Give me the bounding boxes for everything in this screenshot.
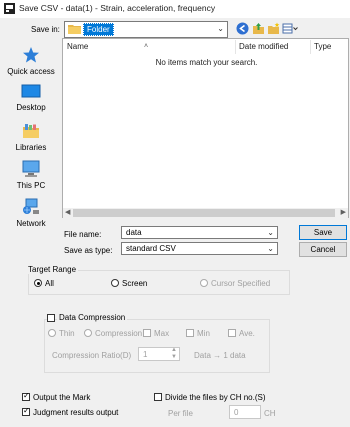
judgment-output-checkbox[interactable] [22, 406, 30, 416]
divide-files-checkbox[interactable] [154, 393, 162, 401]
per-file-value: 0 [234, 408, 239, 417]
place-label: This PC [16, 181, 46, 190]
judgment-output-label[interactable]: Judgment results output [33, 408, 118, 417]
file-list[interactable]: Name ˄ Date modified Type No items match… [62, 38, 349, 218]
compression-ratio-note: Data → 1 data [194, 351, 246, 360]
cancel-button[interactable]: Cancel [299, 242, 347, 257]
save-in-value: Folder [83, 23, 114, 36]
min-label[interactable]: Min [197, 329, 210, 338]
place-desktop[interactable]: Desktop [0, 84, 62, 112]
column-divider [235, 40, 236, 54]
back-icon[interactable] [236, 22, 249, 35]
place-libraries[interactable]: Libraries [0, 122, 62, 152]
scroll-left-icon[interactable]: ◀ [65, 208, 70, 218]
chevron-down-icon: ⌄ [217, 24, 224, 33]
chevron-down-icon: ⌄ [267, 244, 274, 253]
compression-ratio-value: 1 [143, 350, 148, 359]
output-mark-label[interactable]: Output the Mark [33, 393, 90, 402]
title-bar: Save CSV - data(1) - Strain, acceleratio… [0, 0, 350, 18]
app-icon [4, 3, 15, 14]
chevron-down-icon[interactable]: ⌄ [267, 227, 274, 238]
min-checkbox[interactable] [186, 329, 194, 337]
scroll-right-icon[interactable]: ▶ [341, 208, 346, 218]
save-as-type-label: Save as type: [64, 246, 113, 255]
column-header-date[interactable]: Date modified [239, 39, 288, 55]
radio-compression[interactable] [84, 329, 92, 337]
radio-cursor-specified-label[interactable]: Cursor Specified [211, 279, 270, 288]
save-in-label: Save in: [31, 25, 60, 34]
file-name-input[interactable]: data ⌄ [121, 226, 278, 239]
radio-all-label[interactable]: All [45, 279, 54, 288]
ave-label[interactable]: Ave. [239, 329, 255, 338]
ave-checkbox[interactable] [228, 329, 236, 337]
save-in-dropdown[interactable]: Folder ⌄ [64, 21, 228, 38]
column-header-name[interactable]: Name [67, 39, 88, 55]
place-network[interactable]: Network [0, 198, 62, 228]
per-file-input[interactable]: 0 [229, 405, 261, 419]
place-quick-access[interactable]: Quick access [0, 46, 62, 76]
per-file-label: Per file [168, 409, 193, 418]
data-compression-group [44, 319, 270, 373]
file-name-value: data [126, 228, 142, 237]
star-icon [23, 47, 39, 63]
radio-all[interactable] [34, 279, 42, 287]
folder-icon [68, 25, 81, 34]
divide-files-label[interactable]: Divide the files by CH no.(S) [165, 393, 265, 402]
compression-ratio-stepper[interactable]: 1 ▲ ▼ [138, 347, 180, 361]
scrollbar-thumb[interactable] [73, 209, 335, 217]
library-icon [23, 124, 39, 138]
data-compression-title[interactable]: Data Compression [57, 313, 128, 322]
radio-cursor-specified[interactable] [200, 279, 208, 287]
column-header-type[interactable]: Type [314, 39, 331, 55]
view-menu-icon[interactable] [282, 22, 298, 35]
target-range-title: Target Range [26, 265, 79, 274]
max-label[interactable]: Max [154, 329, 169, 338]
max-checkbox[interactable] [143, 329, 151, 337]
spin-down-icon[interactable]: ▼ [171, 354, 177, 360]
network-icon [23, 198, 39, 214]
place-label: Quick access [7, 67, 55, 76]
sort-up-icon: ˄ [144, 43, 149, 50]
place-label: Network [16, 219, 46, 228]
save-button[interactable]: Save [299, 225, 347, 240]
save-as-type-dropdown[interactable]: standard CSV ⌄ [121, 242, 278, 255]
desktop-icon [21, 84, 41, 98]
radio-screen-label[interactable]: Screen [122, 279, 147, 288]
new-folder-icon[interactable] [267, 22, 280, 35]
place-label: Desktop [16, 103, 46, 112]
radio-thin[interactable] [48, 329, 56, 337]
radio-screen[interactable] [111, 279, 119, 287]
empty-message: No items match your search. [155, 58, 258, 67]
window-title: Save CSV - data(1) - Strain, acceleratio… [19, 3, 216, 13]
save-as-type-value: standard CSV [126, 244, 176, 253]
spin-up-icon[interactable]: ▲ [171, 347, 177, 353]
per-file-unit: CH [264, 409, 276, 418]
computer-icon [22, 160, 40, 177]
compression-ratio-label: Compression Ratio(D) [52, 351, 132, 360]
column-divider [310, 40, 311, 54]
place-this-pc[interactable]: This PC [0, 160, 62, 190]
radio-thin-label[interactable]: Thin [59, 329, 75, 338]
file-name-label: File name: [64, 230, 102, 239]
radio-compression-label[interactable]: Compression [95, 329, 142, 338]
place-label: Libraries [15, 143, 47, 152]
up-folder-icon[interactable] [252, 22, 265, 35]
data-compression-checkbox[interactable] [47, 314, 55, 322]
output-mark-checkbox[interactable] [22, 391, 30, 401]
horizontal-scrollbar[interactable]: ◀ ▶ [63, 208, 348, 218]
